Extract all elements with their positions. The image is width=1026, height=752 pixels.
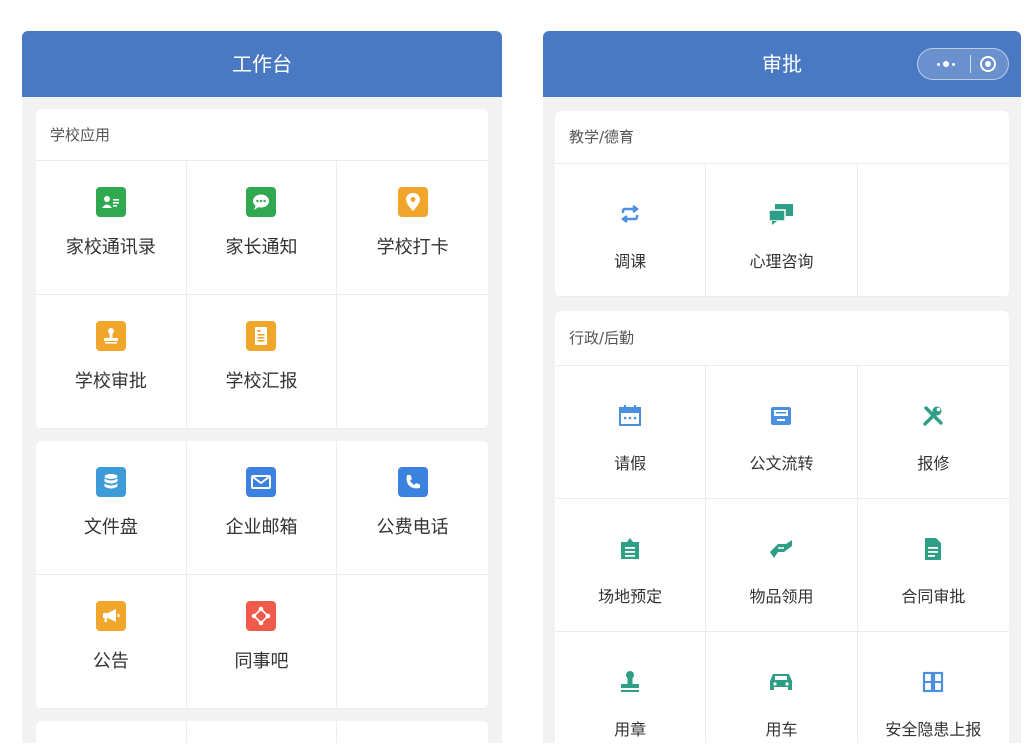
- school-apps-title: 学校应用: [36, 109, 488, 161]
- approval-venue-booking[interactable]: 场地预定: [555, 499, 707, 632]
- swap-cycle-icon: [616, 200, 644, 228]
- app-label: 家长通知: [225, 237, 298, 258]
- approval-label: 用车: [765, 720, 798, 739]
- empty-cell: [337, 295, 488, 429]
- approval-label: 请假: [614, 454, 647, 473]
- approval-screen: 审批 教学/德育 调课 心理咨询 行政/后勤 请假 公文流转 报修 场地预定 物…: [543, 31, 1021, 743]
- close-target-icon[interactable]: [979, 56, 996, 72]
- approval-use-seal[interactable]: 用章: [555, 632, 707, 743]
- approval-swap-class[interactable]: 调课: [555, 164, 707, 297]
- network-icon: [246, 601, 277, 631]
- grid-blocks-icon: [919, 668, 947, 696]
- report-doc-icon: [246, 321, 277, 351]
- approval-label: 调课: [614, 252, 647, 271]
- approval-label: 物品领用: [749, 587, 814, 606]
- approval-use-car[interactable]: 用车: [706, 632, 858, 743]
- app-school-report[interactable]: 学校汇报: [186, 295, 338, 429]
- contact-card-icon: [95, 187, 126, 217]
- app-label: 企业邮箱: [225, 517, 298, 538]
- app-colleague-forum[interactable]: 同事吧: [186, 575, 338, 709]
- empty-cell: [857, 164, 1009, 297]
- app-label: 公告: [92, 651, 129, 672]
- teaching-title: 教学/德育: [555, 111, 1009, 164]
- hand-receive-icon: [767, 535, 795, 563]
- partial-cell: [187, 721, 338, 743]
- chat-bubble-icon: [246, 187, 277, 217]
- app-announcement[interactable]: 公告: [36, 575, 187, 709]
- workbench-screen: 工作台 学校应用 家校通讯录 家长通知 学校打卡 学校审批 学校汇报 文件盘 企…: [22, 31, 502, 743]
- approval-repair[interactable]: 报修: [857, 366, 1009, 499]
- mail-icon: [246, 467, 277, 497]
- app-label: 家校通讯录: [65, 237, 156, 258]
- car-icon: [767, 668, 795, 696]
- approval-safety-report[interactable]: 安全隐患上报: [858, 632, 1009, 743]
- approval-label: 安全隐患上报: [885, 720, 982, 739]
- app-label: 学校打卡: [376, 237, 449, 258]
- general-apps-card: 文件盘 企业邮箱 公费电话 公告 同事吧: [36, 441, 488, 709]
- app-file-disk[interactable]: 文件盘: [36, 441, 187, 575]
- admin-card: 行政/后勤 请假 公文流转 报修 场地预定 物品领用 合同审批 用章 用车 安全…: [555, 311, 1009, 743]
- approval-label: 场地预定: [598, 587, 663, 606]
- workbench-title: 工作台: [232, 52, 292, 76]
- workbench-header: 工作台: [22, 31, 502, 97]
- capsule-divider: [969, 55, 971, 73]
- chat-double-icon: [767, 200, 795, 228]
- teaching-card: 教学/德育 调课 心理咨询: [555, 111, 1009, 297]
- approval-contract[interactable]: 合同审批: [857, 499, 1009, 632]
- repair-tools-icon: [919, 402, 947, 430]
- phone-icon: [397, 467, 428, 497]
- app-public-phone[interactable]: 公费电话: [337, 441, 488, 575]
- database-icon: [95, 467, 126, 497]
- approval-counseling[interactable]: 心理咨询: [706, 164, 858, 297]
- contract-doc-icon: [919, 535, 947, 563]
- school-apps-card: 学校应用 家校通讯录 家长通知 学校打卡 学校审批 学校汇报: [36, 109, 488, 429]
- next-apps-card: [36, 721, 488, 743]
- approval-label: 合同审批: [901, 587, 966, 606]
- approval-label: 用章: [614, 720, 647, 739]
- approval-leave[interactable]: 请假: [555, 366, 707, 499]
- app-enterprise-mail[interactable]: 企业邮箱: [186, 441, 338, 575]
- approval-label: 报修: [917, 454, 950, 473]
- app-school-approval[interactable]: 学校审批: [36, 295, 187, 429]
- clipboard-icon: [616, 535, 644, 563]
- approval-header: 审批: [543, 31, 1021, 97]
- approval-item-requisition[interactable]: 物品领用: [706, 499, 858, 632]
- approval-label: 心理咨询: [749, 252, 814, 271]
- app-contacts[interactable]: 家校通讯录: [36, 161, 187, 295]
- app-label: 文件盘: [83, 517, 138, 538]
- app-label: 公费电话: [376, 517, 449, 538]
- empty-cell: [337, 575, 488, 709]
- more-dots-icon[interactable]: [931, 61, 961, 67]
- app-label: 同事吧: [234, 651, 289, 672]
- seal-stamp-icon: [616, 668, 644, 696]
- miniprogram-capsule: [917, 48, 1009, 80]
- approval-label: 公文流转: [749, 454, 814, 473]
- megaphone-icon: [95, 601, 126, 631]
- app-parent-notice[interactable]: 家长通知: [186, 161, 338, 295]
- approval-document-flow[interactable]: 公文流转: [706, 366, 858, 499]
- app-label: 学校审批: [74, 371, 147, 392]
- admin-title: 行政/后勤: [555, 311, 1009, 366]
- stamp-icon: [95, 321, 126, 351]
- approval-title: 审批: [762, 52, 802, 76]
- partial-cell: [337, 721, 488, 743]
- app-school-checkin[interactable]: 学校打卡: [337, 161, 488, 295]
- location-pin-icon: [397, 187, 428, 217]
- calendar-icon: [616, 402, 644, 430]
- partial-cell: [36, 721, 187, 743]
- app-label: 学校汇报: [225, 371, 298, 392]
- inbox-tray-icon: [767, 402, 795, 430]
